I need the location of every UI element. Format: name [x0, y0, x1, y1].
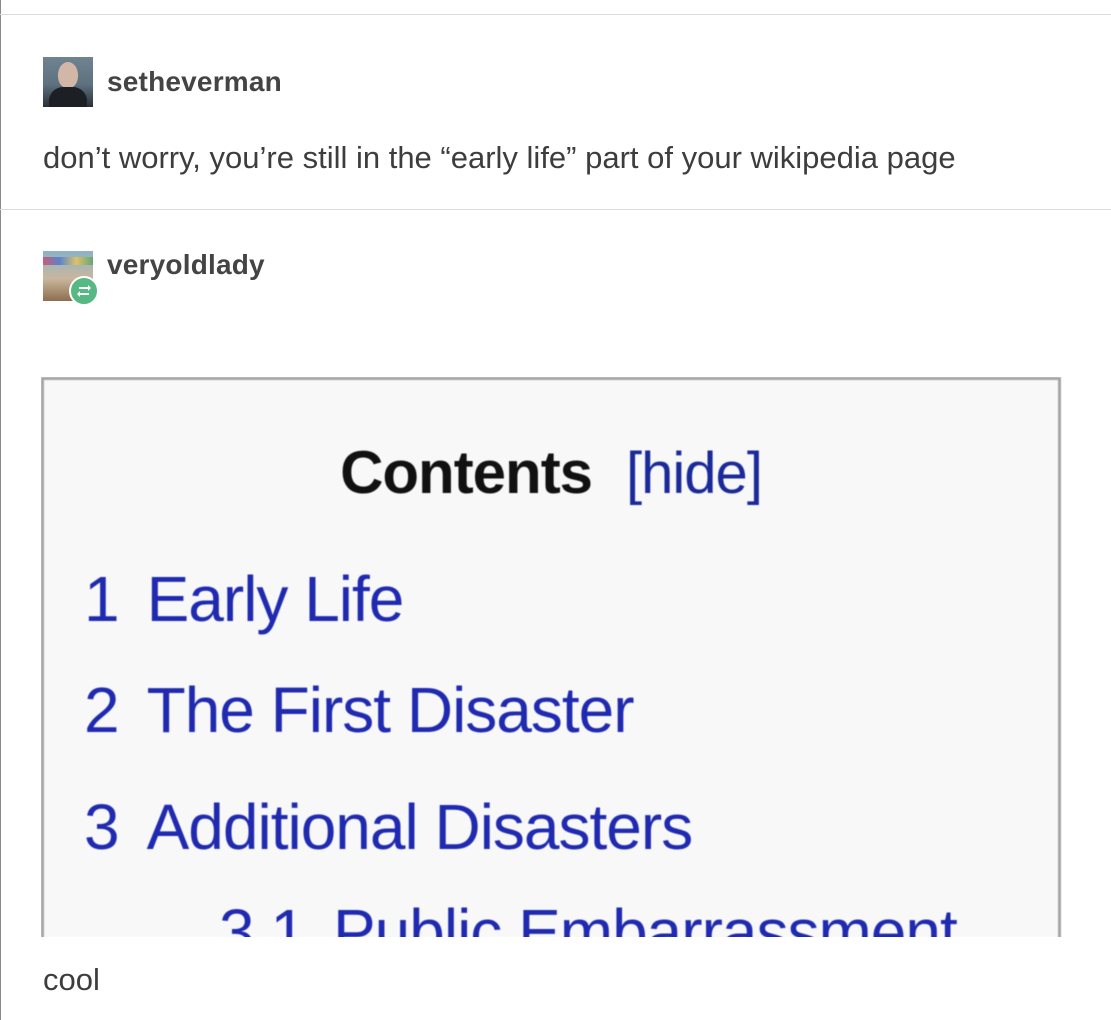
- username-link[interactable]: setheverman: [107, 66, 282, 98]
- left-edge-border: [0, 0, 1, 1020]
- reblog-divider: [0, 209, 1111, 210]
- post-header-setheverman: setheverman: [43, 57, 282, 107]
- toc-item-label: Additional Disasters: [146, 791, 694, 863]
- toc-item: 1 Early Life: [84, 562, 405, 636]
- person-avatar-icon[interactable]: [43, 251, 99, 306]
- toc-item-number: 2: [84, 674, 120, 746]
- toc-item-number: 3: [84, 791, 120, 863]
- toc-item-label: The First Disaster: [146, 674, 635, 746]
- reblog-icon: [69, 276, 99, 306]
- toc-item: 3 Additional Disasters: [84, 790, 694, 864]
- toc-item-label: Public Embarrassment: [332, 896, 958, 937]
- person-avatar-icon[interactable]: [43, 57, 93, 107]
- toc-header: Contents [hide]: [44, 438, 1058, 507]
- post-header-veryoldlady: veryoldlady: [43, 249, 265, 306]
- toc-item: 3.1 Public Embarrassment: [219, 895, 958, 937]
- wikipedia-contents-screenshot: Contents [hide] 1 Early Life 2 The First Di…: [41, 377, 1063, 937]
- toc-title: Contents: [340, 439, 593, 506]
- top-divider: [0, 14, 1111, 15]
- toc-item-number: 3.1: [219, 896, 306, 937]
- toc-hide-link: [hide]: [626, 441, 763, 506]
- reblog-comment-text: cool: [43, 962, 100, 997]
- post-body-text: don’t worry, you’re still in the “early …: [43, 140, 956, 175]
- toc-item-label: Early Life: [146, 563, 405, 635]
- toc-item: 2 The First Disaster: [84, 673, 635, 747]
- toc-item-number: 1: [84, 563, 120, 635]
- toc-box: Contents [hide] 1 Early Life 2 The First Di…: [41, 377, 1061, 937]
- username-link[interactable]: veryoldlady: [107, 249, 265, 281]
